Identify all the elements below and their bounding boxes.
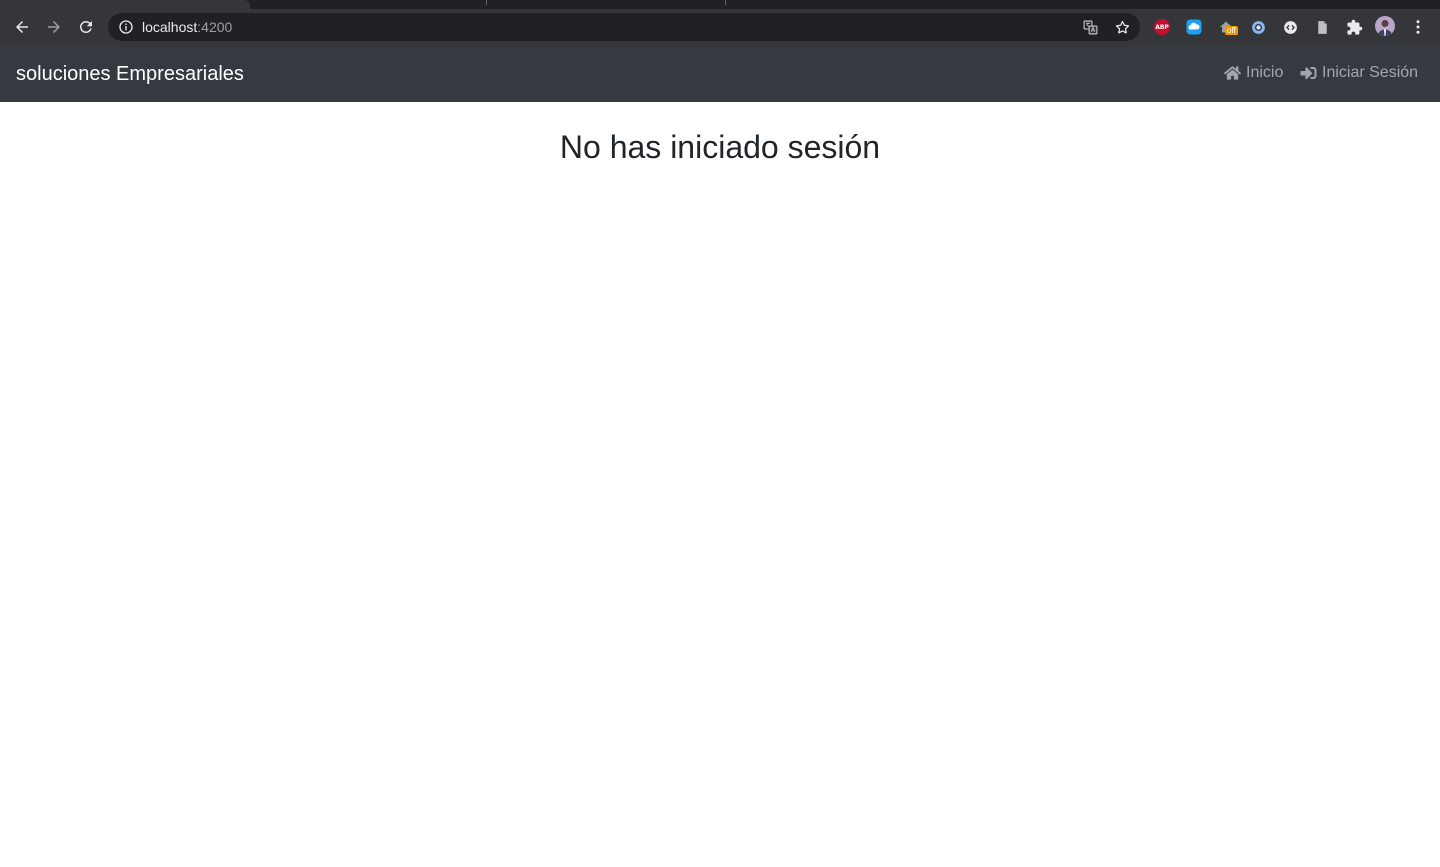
code-bubble-icon	[1283, 20, 1297, 34]
ring-icon	[1251, 20, 1265, 34]
cloud-extension[interactable]	[1185, 18, 1203, 36]
profile-avatar[interactable]	[1375, 16, 1395, 36]
sign-in-icon	[1300, 67, 1317, 80]
tab-separator	[725, 0, 726, 5]
bookmark-star-icon[interactable]	[1113, 18, 1131, 36]
translate-icon[interactable]	[1081, 18, 1099, 36]
back-button[interactable]	[8, 13, 36, 41]
extensions-menu-button[interactable]	[1345, 18, 1363, 36]
document-icon	[1317, 20, 1327, 34]
address-bar[interactable]: localhost:4200	[108, 13, 1140, 41]
active-tab[interactable]	[0, 0, 250, 9]
url-text[interactable]: localhost:4200	[142, 18, 232, 36]
cloud-icon	[1186, 19, 1202, 35]
navbar-brand[interactable]: soluciones Empresariales	[16, 62, 244, 86]
site-navbar: soluciones Empresariales Inicio Iniciar …	[0, 45, 1440, 102]
browser-tab-strip	[0, 0, 1440, 9]
person-icon	[1378, 20, 1392, 36]
page-title: No has iniciado sesión	[559, 129, 881, 165]
url-port: :4200	[197, 19, 233, 35]
nav-link-label: Iniciar Sesión	[1322, 64, 1419, 81]
ring-extension[interactable]	[1249, 18, 1267, 36]
tab-separator	[486, 0, 487, 5]
site-info-icon[interactable]	[118, 19, 134, 35]
home-off-extension[interactable]: off	[1217, 18, 1238, 36]
forward-arrow-icon	[48, 21, 60, 33]
document-extension[interactable]	[1313, 18, 1331, 36]
browser-menu-button[interactable]	[1409, 18, 1427, 36]
reload-icon	[79, 20, 92, 33]
off-badge: off	[1225, 26, 1238, 35]
nav-link-iniciar-sesion[interactable]: Iniciar Sesión	[1300, 63, 1418, 83]
more-vert-icon	[1416, 20, 1420, 34]
avatar	[1375, 16, 1395, 36]
adblock-icon: ABP	[1154, 19, 1170, 35]
url-host: localhost	[142, 19, 198, 35]
forward-button[interactable]	[40, 13, 68, 41]
back-arrow-icon	[16, 21, 28, 33]
browser-toolbar: localhost:4200 ABP off	[0, 9, 1440, 45]
nav-link-inicio[interactable]: Inicio	[1224, 63, 1283, 83]
reload-button[interactable]	[72, 13, 100, 41]
adblock-extension[interactable]: ABP	[1153, 18, 1171, 36]
code-extension[interactable]	[1281, 18, 1299, 36]
puzzle-icon	[1346, 19, 1362, 35]
home-icon	[1224, 66, 1241, 80]
nav-link-label: Inicio	[1246, 64, 1284, 81]
